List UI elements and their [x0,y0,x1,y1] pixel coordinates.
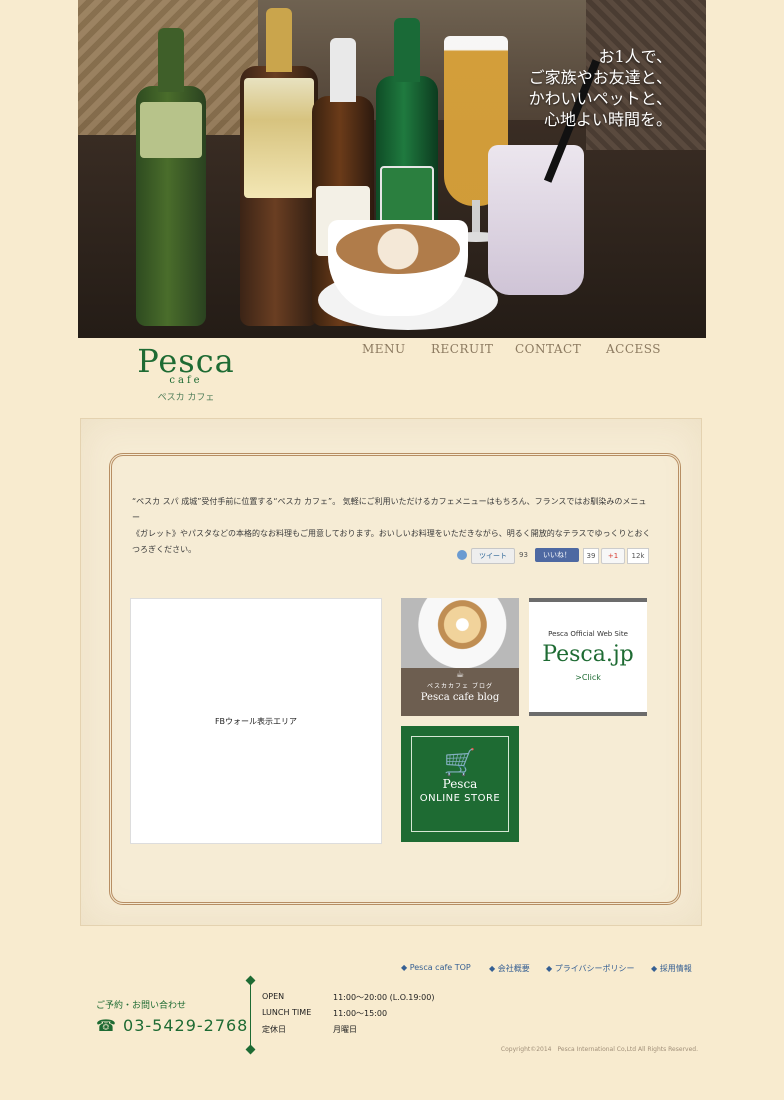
blog-caption-en: Pesca cafe blog [420,692,500,703]
online-store-banner[interactable]: 🛒 Pesca ONLINE STORE [401,726,519,842]
official-site-title: Pesca.jp [542,642,634,667]
store-title: Pesca [442,777,478,791]
phone-number[interactable]: ☎ 03-5429-2768 [96,1016,248,1035]
blog-banner[interactable]: ☕ ペスカカフェ ブログ Pesca cafe blog [401,598,519,716]
hero-copy-line: かわいいペットと、 [528,89,672,108]
hours-value: 11:00～20:00 (L.O.19:00) [333,993,435,1002]
hours-label: LUNCH TIME [262,1008,312,1017]
hero-copy-line: 心地よい時間を。 [543,110,672,129]
gplus-count: 12k [627,548,649,564]
contact-block: ご予約・お問い合わせ ☎ 03-5429-2768 [96,998,248,1035]
hero-copy-line: お1人で、 [598,47,672,66]
facebook-like-count: 39 [583,548,599,564]
tweet-count: 93 [519,551,528,559]
footer-link-top[interactable]: ◆ Pesca cafe TOP [401,963,471,972]
intro-line: 《ガレット》やパスタなどの本格的なお料理もご用意しております。おいしいお料理をい… [132,529,651,538]
footer-link-company[interactable]: ◆ 会社概要 [489,963,530,974]
milkshake-glass [488,145,584,295]
latte-art [336,224,460,274]
bottle-neck [266,8,292,72]
official-site-small: Pesca Official Web Site [548,630,628,638]
facebook-like-button[interactable]: いいね！ [535,548,579,562]
hours-label: OPEN [262,992,285,1001]
bottle-premium-malts [240,8,318,326]
intro-line: “ペスカ スパ 成城”受付手前に位置する“ペスカ カフェ”。 気軽にご利用いただ… [132,497,647,522]
official-site-banner[interactable]: Pesca Official Web Site Pesca.jp >Click [529,598,647,716]
footer-link-privacy[interactable]: ◆ プライバシーポリシー [546,963,635,974]
nav-access[interactable]: ACCESS [606,342,661,356]
footer-link-recruit[interactable]: ◆ 採用情報 [651,963,692,974]
hero-copy: お1人で、 ご家族やお友達と、 かわいいペットと、 心地よい時間を。 [529,46,672,130]
blog-photo [401,598,519,668]
bottle-label [140,102,202,158]
nav-contact[interactable]: CONTACT [515,342,581,356]
official-site-click: >Click [575,673,601,682]
contact-label: ご予約・お問い合わせ [96,1001,187,1011]
bottle-green [136,28,206,326]
store-subtitle: ONLINE STORE [419,793,501,804]
hero-image: お1人で、 ご家族やお友達と、 かわいいペットと、 心地よい時間を。 [78,0,706,338]
coffee-cup-icon: ☕ [455,670,465,680]
gplus-button[interactable]: +1 [601,548,625,564]
site-logo[interactable]: Pesca cafe ペスカ カフェ [131,344,241,403]
hero-copy-line: ご家族やお友達と、 [528,68,672,87]
tweet-button[interactable]: ツイート [471,548,515,564]
bottle-label [244,78,314,198]
hours-value: 月曜日 [333,1025,357,1034]
bottle-neck [158,28,184,92]
cart-icon: 🛒 [443,748,477,778]
nav-recruit[interactable]: RECRUIT [431,342,493,356]
blog-caption-ja: ペスカカフェ ブログ [427,683,493,690]
nav-menu[interactable]: MENU [362,342,406,356]
bottle-neck [330,38,356,102]
footer-divider [250,980,251,1050]
facebook-wall-label: FBウォール表示エリア [214,716,298,726]
copyright: Copyright©2014 Pesca International Co,Lt… [500,1046,698,1053]
logo-main: Pesca [137,342,235,380]
logo-kana: ペスカ カフェ [157,393,215,403]
online-store-inner: 🛒 Pesca ONLINE STORE [411,736,509,832]
facebook-wall-area[interactable]: FBウォール表示エリア [130,598,382,844]
blog-caption: ☕ ペスカカフェ ブログ Pesca cafe blog [401,668,519,716]
hours-label: 定休日 [262,1025,286,1034]
bottle-neck [394,18,420,82]
hours-value: 11:00～15:00 [333,1009,388,1018]
share-hatena-icon[interactable] [457,550,467,560]
